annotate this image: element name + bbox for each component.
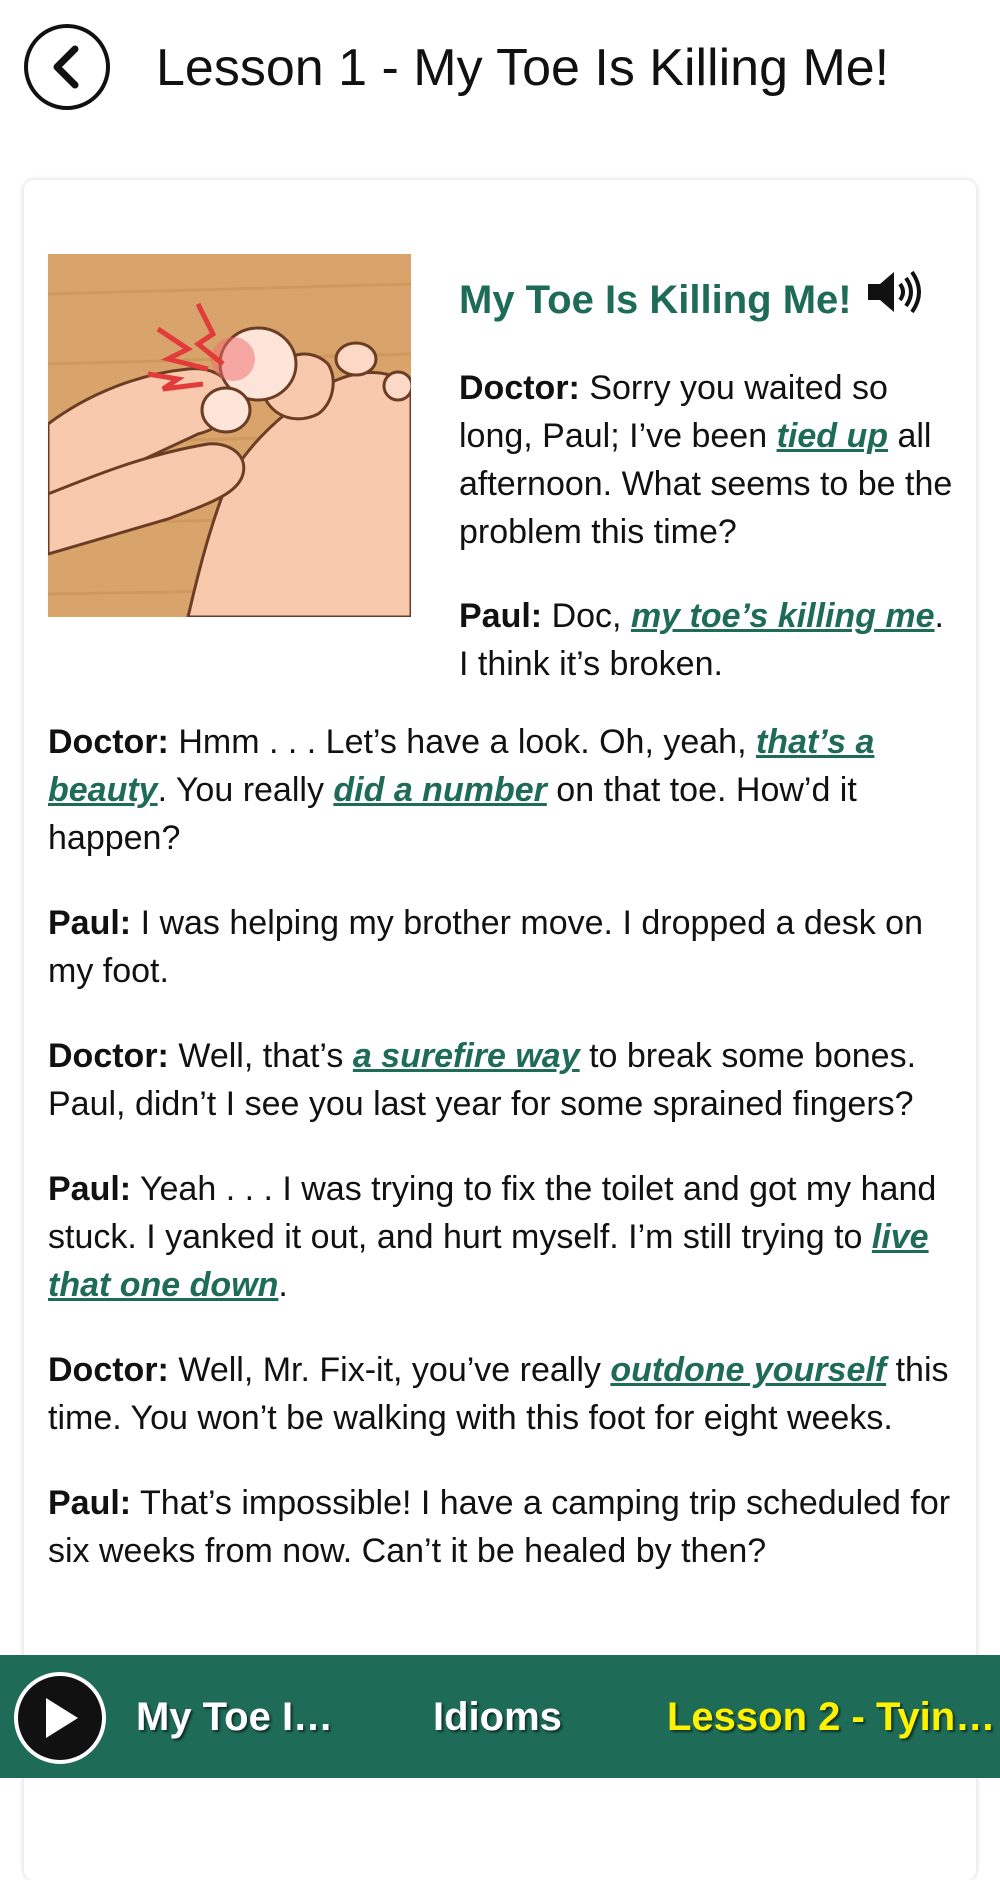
line-text: Hmm . . . Let’s have a look. Oh, yeah, <box>168 723 756 761</box>
line-text: I was helping my brother move. I dropped… <box>48 904 924 990</box>
speaker-label: Paul: <box>48 904 132 942</box>
next-lesson-link[interactable]: Lesson 2 - Tyin… <box>667 1693 995 1741</box>
idiom-link[interactable]: tied up <box>777 417 888 455</box>
play-button[interactable] <box>14 1672 106 1764</box>
idiom-link[interactable]: my toe’s killing me <box>631 597 935 635</box>
dialogue-line: Doctor: Well, Mr. Fix-it, you’ve really … <box>48 1346 958 1442</box>
dialogue-line: Doctor: Hmm . . . Let’s have a look. Oh,… <box>48 718 958 862</box>
back-button[interactable] <box>24 24 110 110</box>
dialogue-line: Doctor: Sorry you waited so long, Paul; … <box>459 364 959 556</box>
header-bar: Lesson 1 - My Toe Is Killing Me! <box>0 0 1000 140</box>
story-title: My Toe Is Killing Me! <box>459 268 959 332</box>
line-text: Well, Mr. Fix-it, you’ve really <box>168 1351 611 1389</box>
story-dialogue: Doctor: Hmm . . . Let’s have a look. Oh,… <box>48 718 958 1612</box>
dialogue-line: Paul: I was helping my brother move. I d… <box>48 899 958 995</box>
toe-illustration <box>48 254 411 617</box>
audio-nav-bar: My Toe I… Idioms Lesson 2 - Tyin… <box>0 1655 1000 1778</box>
line-text: Doc, <box>542 597 631 635</box>
speaker-label: Doctor: <box>459 369 580 407</box>
play-icon <box>46 1698 78 1738</box>
speaker-label: Paul: <box>48 1170 132 1208</box>
line-text: . <box>278 1266 288 1304</box>
speaker-icon[interactable] <box>866 268 922 332</box>
line-text: Well, that’s <box>168 1037 353 1075</box>
speaker-label: Doctor: <box>48 1351 169 1389</box>
dialogue-line: Paul: Yeah . . . I was trying to fix the… <box>48 1165 958 1309</box>
idiom-link[interactable]: did a number <box>333 771 546 809</box>
idiom-link[interactable]: a surefire way <box>353 1037 580 1075</box>
dialogue-line: Paul: Doc, my toe’s killing me. I think … <box>459 592 959 688</box>
line-text: . You really <box>157 771 334 809</box>
page-title: Lesson 1 - My Toe Is Killing Me! <box>156 39 890 97</box>
dialogue-line: Paul: That’s impossible! I have a campin… <box>48 1479 958 1575</box>
story-title-text: My Toe Is Killing Me! <box>459 278 852 322</box>
line-text: That’s impossible! I have a camping trip… <box>48 1484 951 1570</box>
idiom-link[interactable]: outdone yourself <box>610 1351 886 1389</box>
story-intro: My Toe Is Killing Me! Doctor: Sorry you … <box>459 268 959 688</box>
speaker-label: Paul: <box>48 1484 132 1522</box>
dialogue-line: Doctor: Well, that’s a surefire way to b… <box>48 1032 958 1128</box>
speaker-label: Paul: <box>459 597 543 635</box>
speaker-label: Doctor: <box>48 723 169 761</box>
now-playing-title[interactable]: My Toe I… <box>136 1693 333 1741</box>
chevron-left-icon <box>53 45 79 89</box>
line-text: Yeah . . . I was trying to fix the toile… <box>48 1170 937 1256</box>
speaker-label: Doctor: <box>48 1037 169 1075</box>
idioms-link[interactable]: Idioms <box>433 1693 562 1741</box>
